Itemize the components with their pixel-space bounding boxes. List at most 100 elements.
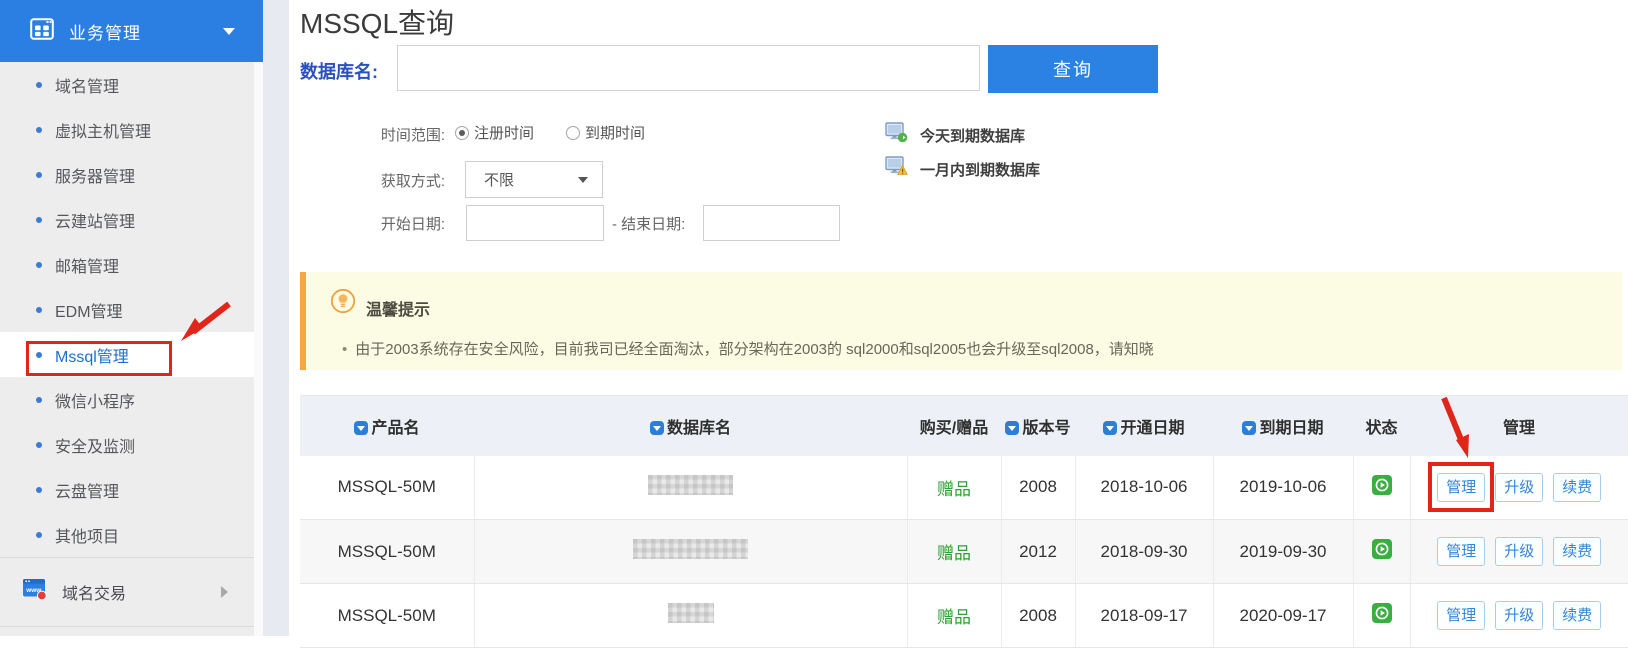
app-grid-icon: [30, 18, 54, 45]
bullet-icon: [36, 82, 42, 88]
sidebar-item-label: 云建站管理: [55, 208, 135, 232]
sidebar-item-security-monitor[interactable]: 安全及监测: [0, 422, 254, 467]
cell-version: 2008: [1001, 584, 1075, 648]
radio-expire-time[interactable]: 到期时间: [566, 122, 645, 143]
sidebar-item-label: EDM管理: [55, 298, 123, 322]
end-date-input[interactable]: [703, 205, 840, 241]
upgrade-button[interactable]: 升级: [1495, 473, 1543, 502]
status-ok-icon[interactable]: [1372, 475, 1392, 500]
end-date-label: - 结束日期:: [612, 213, 685, 234]
radio-register-time[interactable]: 注册时间: [455, 122, 534, 143]
chevron-down-icon: [578, 177, 588, 183]
radio-label: 注册时间: [474, 122, 534, 143]
lightbulb-icon: [330, 288, 356, 319]
time-range-radio-group: 注册时间 到期时间: [455, 122, 677, 143]
col-open-date: 开通日期: [1075, 396, 1213, 456]
status-ok-icon[interactable]: [1372, 539, 1392, 564]
bullet-icon: [36, 397, 42, 403]
bullet-icon: [36, 127, 42, 133]
sidebar-scrollbar[interactable]: [254, 62, 263, 636]
cell-expire-date: 2019-09-30: [1213, 520, 1353, 584]
radio-label: 到期时间: [585, 122, 645, 143]
renew-button[interactable]: 续费: [1553, 537, 1601, 566]
table-row: MSSQL-50M 赠品 2008 2018-10-06 2019-10-06 …: [300, 456, 1628, 520]
query-button[interactable]: 查询: [988, 45, 1158, 93]
monitor-warning-icon: [885, 156, 908, 182]
manage-button[interactable]: 管理: [1437, 473, 1485, 502]
bullet-icon: [36, 487, 42, 493]
radio-unselected-icon[interactable]: [566, 126, 580, 140]
sort-icon[interactable]: [1242, 421, 1256, 435]
radio-selected-icon[interactable]: [455, 126, 469, 140]
cell-db-name: [474, 456, 907, 520]
cell-actions: 管理升级续费: [1410, 456, 1628, 520]
cell-purchase-type: 赠品: [907, 584, 1001, 648]
bullet-icon: [36, 307, 42, 313]
bullet-icon: [36, 352, 42, 358]
cell-actions: 管理升级续费: [1410, 520, 1628, 584]
blurred-db-name: [633, 539, 748, 559]
col-db-name: 数据库名: [474, 396, 907, 456]
cell-product: MSSQL-50M: [300, 584, 474, 648]
sidebar-section-business[interactable]: 业务管理: [0, 0, 263, 62]
quick-link-expire-today[interactable]: 今天到期数据库: [885, 122, 1025, 148]
bullet-icon: [36, 442, 42, 448]
sidebar-item-other-projects[interactable]: 其他项目: [0, 512, 254, 557]
sidebar-item-clouddisk-mgmt[interactable]: 云盘管理: [0, 467, 254, 512]
bullet-icon: [36, 532, 42, 538]
quick-link-label: 一月内到期数据库: [920, 159, 1040, 180]
sidebar-item-label: 虚拟主机管理: [55, 118, 151, 142]
sidebar-item-cloudsite-mgmt[interactable]: 云建站管理: [0, 197, 254, 242]
table-row: MSSQL-50M 赠品 2008 2018-09-17 2020-09-17 …: [300, 584, 1628, 648]
cell-actions: 管理升级续费: [1410, 584, 1628, 648]
blurred-db-name: [648, 475, 733, 495]
cell-open-date: 2018-09-17: [1075, 584, 1213, 648]
manage-button[interactable]: 管理: [1437, 601, 1485, 630]
annotation-arrow-table: [1432, 390, 1492, 464]
sidebar-item-wechat-miniapp[interactable]: 微信小程序: [0, 377, 254, 422]
cell-open-date: 2018-09-30: [1075, 520, 1213, 584]
bullet-icon: [36, 172, 42, 178]
sidebar-item-label: 其他项目: [55, 523, 119, 547]
sidebar-item-server-mgmt[interactable]: 服务器管理: [0, 152, 254, 197]
sidebar-item-vhost-mgmt[interactable]: 虚拟主机管理: [0, 107, 254, 152]
select-value: 不限: [484, 169, 514, 190]
cell-purchase-type: 赠品: [907, 520, 1001, 584]
sort-icon[interactable]: [354, 421, 368, 435]
upgrade-button[interactable]: 升级: [1495, 601, 1543, 630]
db-name-input[interactable]: [397, 45, 980, 91]
page-title: MSSQL查询: [300, 2, 454, 42]
sort-icon[interactable]: [1005, 421, 1019, 435]
sidebar-item-mail-mgmt[interactable]: 邮箱管理: [0, 242, 254, 287]
acquire-mode-label: 获取方式:: [300, 170, 445, 191]
col-purchase-type: 购买/赠品: [907, 396, 1001, 456]
page-gutter: [263, 0, 289, 636]
status-ok-icon[interactable]: [1372, 603, 1392, 628]
quick-link-label: 今天到期数据库: [920, 125, 1025, 146]
sidebar-item-domain-mgmt[interactable]: 域名管理: [0, 62, 254, 107]
upgrade-button[interactable]: 升级: [1495, 537, 1543, 566]
sidebar-item-label: 邮箱管理: [55, 253, 119, 277]
cell-version: 2012: [1001, 520, 1075, 584]
quick-link-expire-month[interactable]: 一月内到期数据库: [885, 156, 1040, 182]
cell-db-name: [474, 584, 907, 648]
sidebar-section-domain-trade[interactable]: www 域名交易: [0, 557, 254, 627]
sidebar-item-label: 域名管理: [55, 73, 119, 97]
start-date-input[interactable]: [466, 205, 604, 241]
table-row: MSSQL-50M 赠品 2012 2018-09-30 2019-09-30 …: [300, 520, 1628, 584]
notice-box: 温馨提示 •由于2003系统存在安全风险，目前我司已经全面淘汰，部分架构在200…: [300, 272, 1622, 370]
manage-button[interactable]: 管理: [1437, 537, 1485, 566]
notice-item: •由于2003系统存在安全风险，目前我司已经全面淘汰，部分架构在2003的 sq…: [342, 338, 1154, 359]
renew-button[interactable]: 续费: [1553, 601, 1601, 630]
col-status: 状态: [1353, 396, 1410, 456]
cell-open-date: 2018-10-06: [1075, 456, 1213, 520]
sort-icon[interactable]: [650, 421, 664, 435]
db-name-label: 数据库名:: [300, 58, 378, 84]
chevron-down-icon[interactable]: [223, 28, 235, 35]
table-header-row: 产品名 数据库名 购买/赠品 版本号 开通日期 到期日期 状态 管理: [300, 396, 1628, 456]
acquire-mode-select[interactable]: 不限: [465, 161, 603, 198]
renew-button[interactable]: 续费: [1553, 473, 1601, 502]
sort-icon[interactable]: [1103, 421, 1117, 435]
sidebar-item-label: 安全及监测: [55, 433, 135, 457]
cell-db-name: [474, 520, 907, 584]
